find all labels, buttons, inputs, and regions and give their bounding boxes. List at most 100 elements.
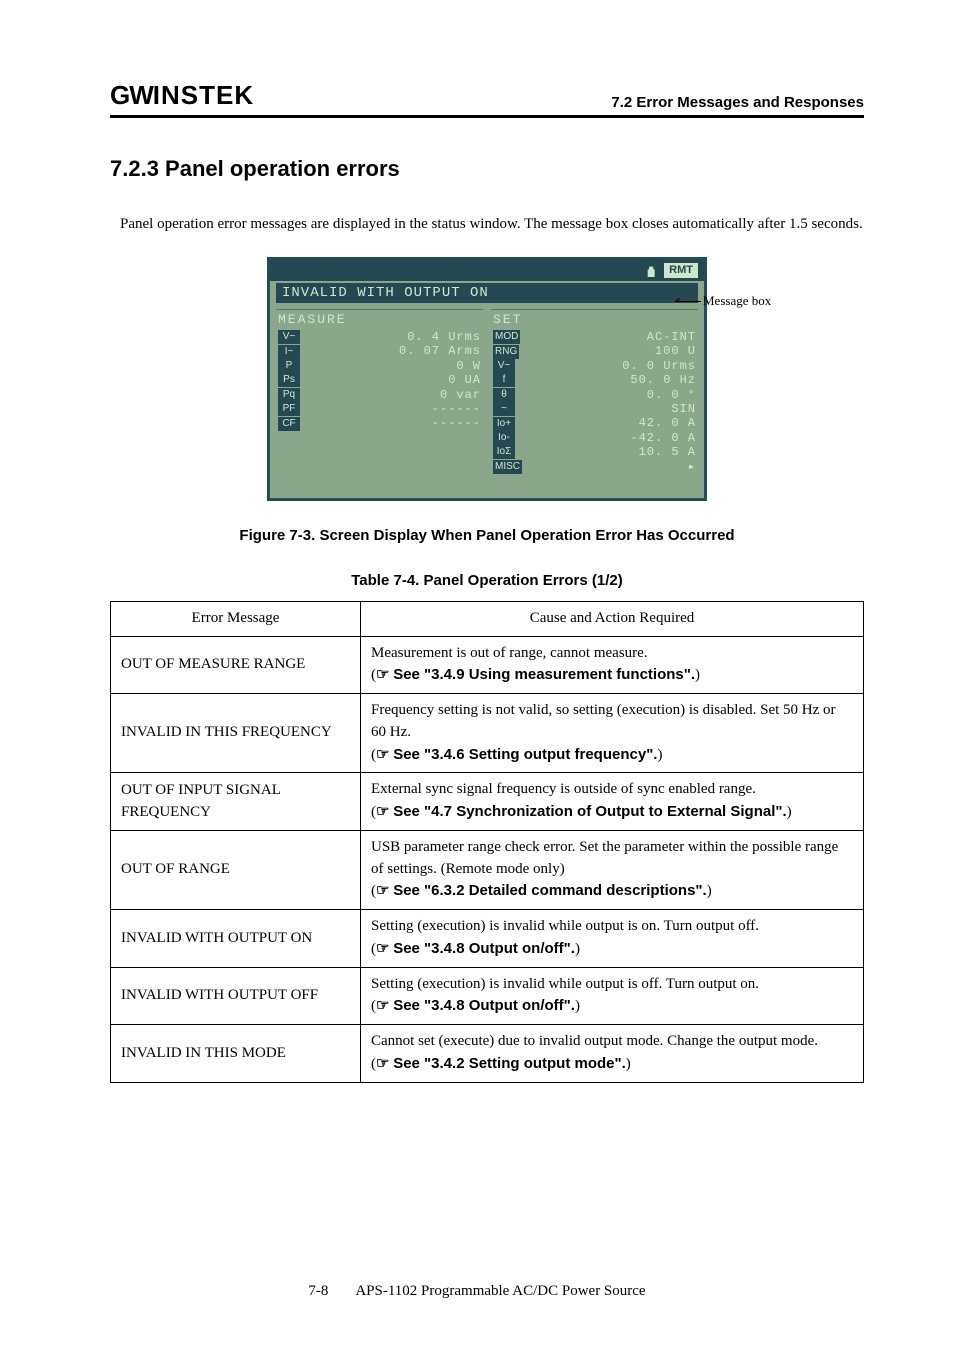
section-intro: Panel operation error messages are displ… [110, 210, 864, 239]
see-icon: ☞ [376, 1055, 389, 1072]
error-ref: See "3.4.8 Output on/off". [393, 997, 575, 1014]
measure-value: 0 UA [306, 373, 481, 387]
measure-row: PF ------ [276, 402, 483, 416]
set-row: IoΣ 10. 5 A [491, 445, 698, 459]
measure-row: Pq 0 var [276, 388, 483, 402]
see-icon: ☞ [376, 746, 389, 763]
see-icon: ☞ [376, 997, 389, 1014]
measure-tag: CF [278, 417, 300, 431]
set-value: 100 U [525, 344, 696, 358]
error-ref: See "3.4.6 Setting output frequency". [393, 746, 657, 763]
error-message-cell: INVALID WITH OUTPUT OFF [111, 967, 361, 1025]
table-row: OUT OF MEASURE RANGE Measurement is out o… [111, 636, 864, 694]
set-tag: V~ [493, 359, 515, 373]
set-value: 0. 0 ° [521, 388, 696, 402]
error-ref: See "3.4.2 Setting output mode". [393, 1055, 626, 1072]
page-header: GW INSTEK 7.2 Error Messages and Respons… [110, 80, 864, 118]
error-ref: See "3.4.8 Output on/off". [393, 940, 575, 957]
error-message-cell: OUT OF RANGE [111, 830, 361, 909]
set-value: -42. 0 A [521, 431, 696, 445]
measure-column: MEASURE V~ 0. 4 UrmsI~0. 07 ArmsP0 WPs 0 U… [276, 309, 483, 474]
table-row: INVALID WITH OUTPUT ON Setting (execution… [111, 910, 864, 968]
page-number: 7-8 [308, 1283, 328, 1299]
chapter-ref: 7.2 Error Messages and Responses [611, 94, 864, 111]
error-cause-cell: Measurement is out of range, cannot meas… [361, 636, 864, 694]
error-message-cell: OUT OF MEASURE RANGE [111, 636, 361, 694]
set-value: ▸ [528, 460, 696, 474]
message-box-callout: Message box [703, 293, 771, 309]
error-cause-cell: Setting (execution) is invalid while out… [361, 910, 864, 968]
error-description: Cannot set (execute) due to invalid outp… [371, 1031, 853, 1053]
measure-row: P0 W [276, 359, 483, 373]
set-header: SET [491, 310, 698, 330]
error-cause-cell: Cannot set (execute) due to invalid outp… [361, 1025, 864, 1083]
error-description: Measurement is out of range, cannot meas… [371, 643, 853, 665]
rmt-badge: RMT [664, 263, 698, 278]
measure-value: 0. 4 Urms [306, 330, 481, 344]
measure-value: ------ [306, 416, 481, 430]
message-box: INVALID WITH OUTPUT ON [276, 283, 698, 304]
table-caption: Table 7-4. Panel Operation Errors (1/2) [110, 572, 864, 589]
measure-value: 0 W [306, 359, 481, 373]
error-ref: See "6.3.2 Detailed command descriptions… [393, 882, 707, 899]
set-tag: Io+ [493, 417, 515, 431]
set-value: 10. 5 A [521, 445, 696, 459]
error-description: Setting (execution) is invalid while out… [371, 916, 853, 938]
error-description: External sync signal frequency is outsid… [371, 779, 853, 801]
measure-tag: Pq [278, 388, 300, 402]
set-value: SIN [521, 402, 696, 416]
table-row: OUT OF RANGEUSB parameter range check er… [111, 830, 864, 909]
set-tag: MOD [493, 330, 520, 344]
error-table: Error Message Cause and Action Required … [110, 601, 864, 1083]
section-heading: 7.2.3 Panel operation errors [110, 156, 864, 182]
table-row: OUT OF INPUT SIGNAL FREQUENCY External sy… [111, 773, 864, 831]
set-value: 0. 0 Urms [521, 359, 696, 373]
set-value: 50. 0 Hz [521, 373, 696, 387]
measure-header: MEASURE [276, 310, 483, 330]
error-description: USB parameter range check error. Set the… [371, 837, 853, 881]
table-row: INVALID IN THIS MODE Cannot set (execute)… [111, 1025, 864, 1083]
error-ref: See "4.7 Synchronization of Output to Ex… [393, 803, 786, 820]
lcd-panel-figure: RMT INVALID WITH OUTPUT ON MEASURE V~ 0. … [267, 257, 707, 501]
measure-tag: V~ [278, 330, 300, 344]
error-cause-cell: Setting (execution) is invalid while out… [361, 967, 864, 1025]
doc-title: APS-1102 Programmable AC/DC Power Source [355, 1283, 645, 1299]
measure-row: CF ------ [276, 416, 483, 430]
set-tag: θ [493, 388, 515, 402]
lcd-panel: RMT INVALID WITH OUTPUT ON MEASURE V~ 0. … [267, 257, 707, 501]
set-row: ~ SIN [491, 402, 698, 416]
measure-value: 0. 07 Arms [306, 344, 481, 358]
see-icon: ☞ [376, 940, 389, 957]
set-tag: f [493, 373, 515, 387]
error-ref: See "3.4.9 Using measurement functions". [393, 666, 695, 683]
set-row: Io- -42. 0 A [491, 431, 698, 445]
set-row: Io+ 42. 0 A [491, 416, 698, 430]
set-row: f 50. 0 Hz [491, 373, 698, 387]
brand-instek: INSTEK [153, 80, 254, 111]
error-message-cell: INVALID WITH OUTPUT ON [111, 910, 361, 968]
measure-tag: Ps [278, 373, 300, 387]
measure-tag: PF [278, 402, 300, 416]
set-tag: ~ [493, 402, 515, 416]
measure-row: I~0. 07 Arms [276, 344, 483, 358]
measure-value: 0 var [306, 388, 481, 402]
error-description: Setting (execution) is invalid while out… [371, 974, 853, 996]
set-tag: IoΣ [493, 445, 515, 459]
lock-icon [644, 263, 658, 277]
table-header-cause: Cause and Action Required [361, 601, 864, 636]
table-header-msg: Error Message [111, 601, 361, 636]
error-cause-cell: Frequency setting is not valid, so setti… [361, 694, 864, 773]
measure-value: ------ [306, 402, 481, 416]
brand-logo: GW INSTEK [110, 80, 254, 111]
error-message-cell: INVALID IN THIS FREQUENCY [111, 694, 361, 773]
set-tag: Io- [493, 431, 515, 445]
status-icons: RMT [270, 260, 704, 281]
set-row: RNG100 U [491, 344, 698, 358]
error-message-cell: INVALID IN THIS MODE [111, 1025, 361, 1083]
table-row: INVALID IN THIS FREQUENCYFrequency setti… [111, 694, 864, 773]
set-value: 42. 0 A [521, 416, 696, 430]
error-message-cell: OUT OF INPUT SIGNAL FREQUENCY [111, 773, 361, 831]
set-row: V~ 0. 0 Urms [491, 359, 698, 373]
see-icon: ☞ [376, 803, 389, 820]
figure-caption: Figure 7-3. Screen Display When Panel Op… [110, 527, 864, 544]
